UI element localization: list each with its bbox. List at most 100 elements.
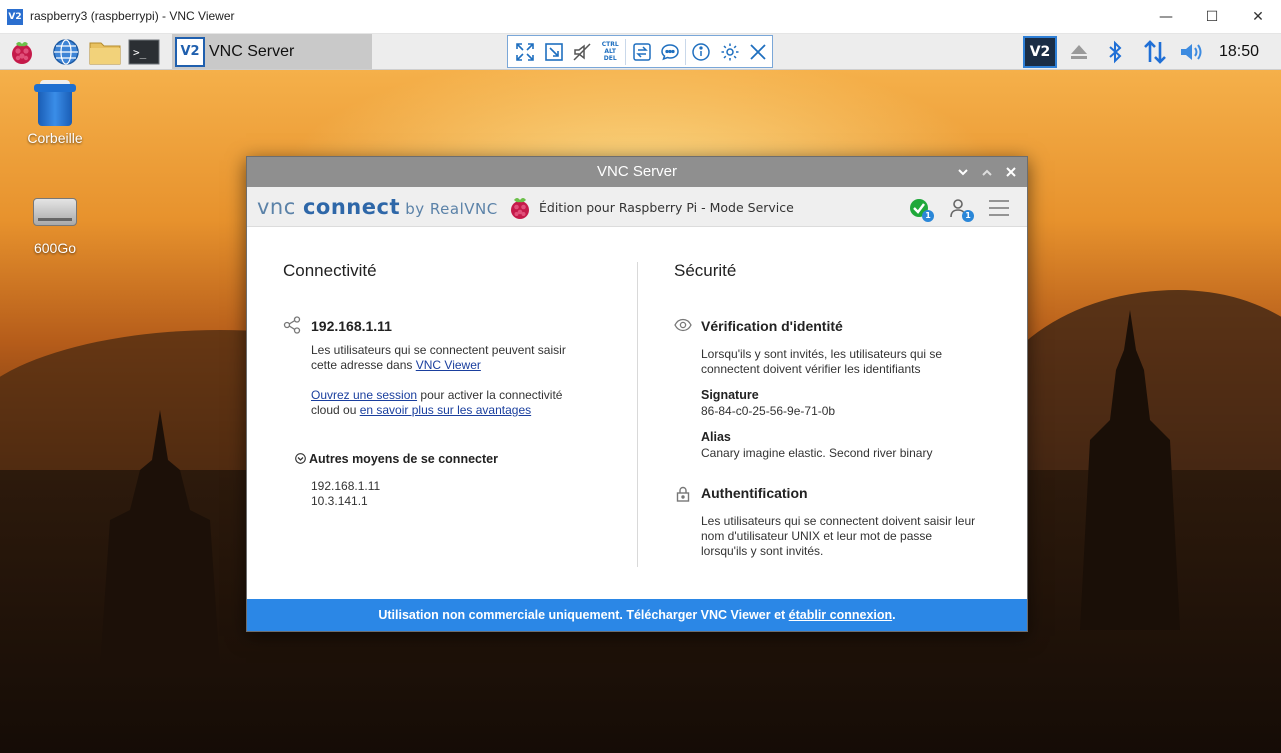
signature-label: Signature <box>701 388 759 402</box>
svg-text:>_: >_ <box>133 46 147 59</box>
minimize-icon: — <box>1159 9 1173 25</box>
mute-icon <box>573 42 591 61</box>
ctrl-alt-del-button[interactable]: CTRL ALT DEL <box>596 37 624 66</box>
bluetooth-button[interactable] <box>1103 34 1127 70</box>
status-badge: 1 <box>922 210 934 222</box>
desktop-icon-drive[interactable]: 600Go <box>10 188 100 256</box>
volume-button[interactable] <box>1178 34 1206 70</box>
logo-by-text: by RealVNC <box>400 200 498 218</box>
taskbar-item-label: VNC Server <box>209 42 295 60</box>
close-window-button[interactable]: ✕ <box>1235 0 1281 34</box>
chevron-down-icon <box>958 168 968 175</box>
pagoda-silhouette <box>100 410 220 670</box>
web-browser-launcher[interactable] <box>50 37 82 67</box>
edition-label: Édition pour Raspberry Pi - Mode Service <box>539 200 794 215</box>
info-icon <box>692 42 710 61</box>
ip-list-item[interactable]: 192.168.1.11 <box>311 479 380 494</box>
vnc-server-icon: V2 <box>175 36 205 67</box>
raspberry-menu-button[interactable] <box>6 37 38 67</box>
tray-vnc-server-icon[interactable]: V2 <box>1023 36 1057 68</box>
alias-value: Canary imagine elastic. Second river bin… <box>701 446 933 460</box>
maximize-icon: ☐ <box>1205 9 1219 25</box>
clock: 18:50 <box>1219 43 1260 60</box>
maximize-button[interactable]: ☐ <box>1189 0 1235 34</box>
desktop-icon-trash[interactable]: Corbeille <box>10 80 100 146</box>
description-line: Les utilisateurs qui se connectent doive… <box>701 514 976 528</box>
dialog-header: vnc connect by RealVNC Édition pour Rasp… <box>247 187 1027 227</box>
hard-drive-icon <box>33 198 77 226</box>
speaker-icon <box>1181 44 1202 60</box>
bluetooth-icon <box>1109 40 1122 64</box>
ip-address[interactable]: 192.168.1.11 <box>311 318 392 334</box>
authentication-description: Les utilisateurs qui se connectent doive… <box>701 514 1001 559</box>
network-transfer-icon <box>1144 40 1166 64</box>
dialog-title: VNC Server <box>596 163 678 180</box>
terminal-icon: >_ <box>128 39 160 65</box>
info-button[interactable] <box>687 37 715 66</box>
signature-value: 86-84-c0-25-56-9e-71-0b <box>701 404 836 418</box>
fullscreen-button[interactable] <box>511 37 539 66</box>
connected-users-button[interactable]: 1 <box>946 195 974 222</box>
dialog-close-button[interactable] <box>999 157 1023 187</box>
text-span: pour activer la connectivité <box>417 388 563 402</box>
gear-icon <box>721 43 739 60</box>
minimize-button[interactable]: — <box>1143 0 1189 34</box>
text-span: cloud ou <box>311 403 360 417</box>
vnc-connect-logo: vnc connect by RealVNC <box>257 195 498 219</box>
description-line: Lorsqu'ils y sont invités, les utilisate… <box>701 347 943 361</box>
raspberry-icon <box>12 42 32 64</box>
authentication-heading: Authentification <box>701 485 808 501</box>
dialog-body: Connectivité 192.168.1.11 Les utilisateu… <box>247 227 1027 601</box>
host-titlebar: V2 raspberry3 (raspberrypi) - VNC Viewer… <box>0 0 1281 34</box>
connectivity-description: Les utilisateurs qui se connectent peuve… <box>311 343 611 373</box>
connection-status-button[interactable]: 1 <box>906 195 934 222</box>
chat-icon <box>661 43 679 60</box>
desktop-icon-label: Corbeille <box>27 130 83 146</box>
disconnect-button[interactable] <box>744 37 772 66</box>
expand-icon <box>516 42 534 61</box>
learn-more-link[interactable]: en savoir plus sur les avantages <box>360 403 531 417</box>
ip-list-item[interactable]: 10.3.141.1 <box>311 494 380 509</box>
terminal-launcher[interactable]: >_ <box>128 37 160 67</box>
toolbar-separator <box>685 38 687 65</box>
share-icon <box>283 316 301 334</box>
description-line: Les utilisateurs qui se connectent peuve… <box>311 343 566 357</box>
logo-connect-text: connect <box>302 195 400 219</box>
pagoda-silhouette <box>1080 310 1180 630</box>
taskbar-vnc-server-button[interactable]: V2 VNC Server <box>172 34 372 69</box>
other-ways-toggle[interactable]: Autres moyens de se connecter <box>295 452 498 466</box>
close-icon: ✕ <box>1252 9 1264 25</box>
chat-button[interactable] <box>656 37 684 66</box>
eject-button[interactable] <box>1066 34 1092 70</box>
dialog-maximize-button[interactable] <box>975 157 999 187</box>
identity-verification-heading: Vérification d'identité <box>701 318 843 334</box>
file-transfer-button[interactable] <box>627 37 655 66</box>
ctrl-alt-del-icon: CTRL ALT DEL <box>602 41 619 62</box>
alias-label: Alias <box>701 430 731 444</box>
mute-audio-button[interactable] <box>568 37 596 66</box>
ctrl-text: CTRL <box>601 41 619 48</box>
dialog-menu-button[interactable] <box>951 157 975 187</box>
hamburger-menu-button[interactable] <box>986 195 1012 221</box>
text-span: cette adresse dans <box>311 358 416 372</box>
eye-icon <box>674 316 692 334</box>
establish-connection-link[interactable]: établir connexion <box>789 608 893 622</box>
folder-icon <box>89 42 121 65</box>
eject-icon <box>1071 45 1087 59</box>
sign-in-link[interactable]: Ouvrez une session <box>311 388 417 402</box>
description-line: cette adresse dans VNC Viewer <box>311 358 611 373</box>
file-manager-launcher[interactable] <box>89 37 121 67</box>
scale-button[interactable] <box>539 37 567 66</box>
scale-icon <box>544 42 563 61</box>
vnc-viewer-link[interactable]: VNC Viewer <box>416 358 481 372</box>
raspberry-icon <box>511 198 529 219</box>
settings-button[interactable] <box>715 37 743 66</box>
footer-text: Utilisation non commerciale uniquement. … <box>378 608 789 622</box>
security-heading: Sécurité <box>674 261 737 280</box>
close-icon <box>1006 167 1016 177</box>
column-divider <box>637 262 638 567</box>
footer-text-end: . <box>892 608 896 622</box>
network-button[interactable] <box>1140 34 1170 70</box>
logo-vnc-text: vnc <box>257 195 296 219</box>
window-title: raspberry3 (raspberrypi) - VNC Viewer <box>30 9 235 23</box>
